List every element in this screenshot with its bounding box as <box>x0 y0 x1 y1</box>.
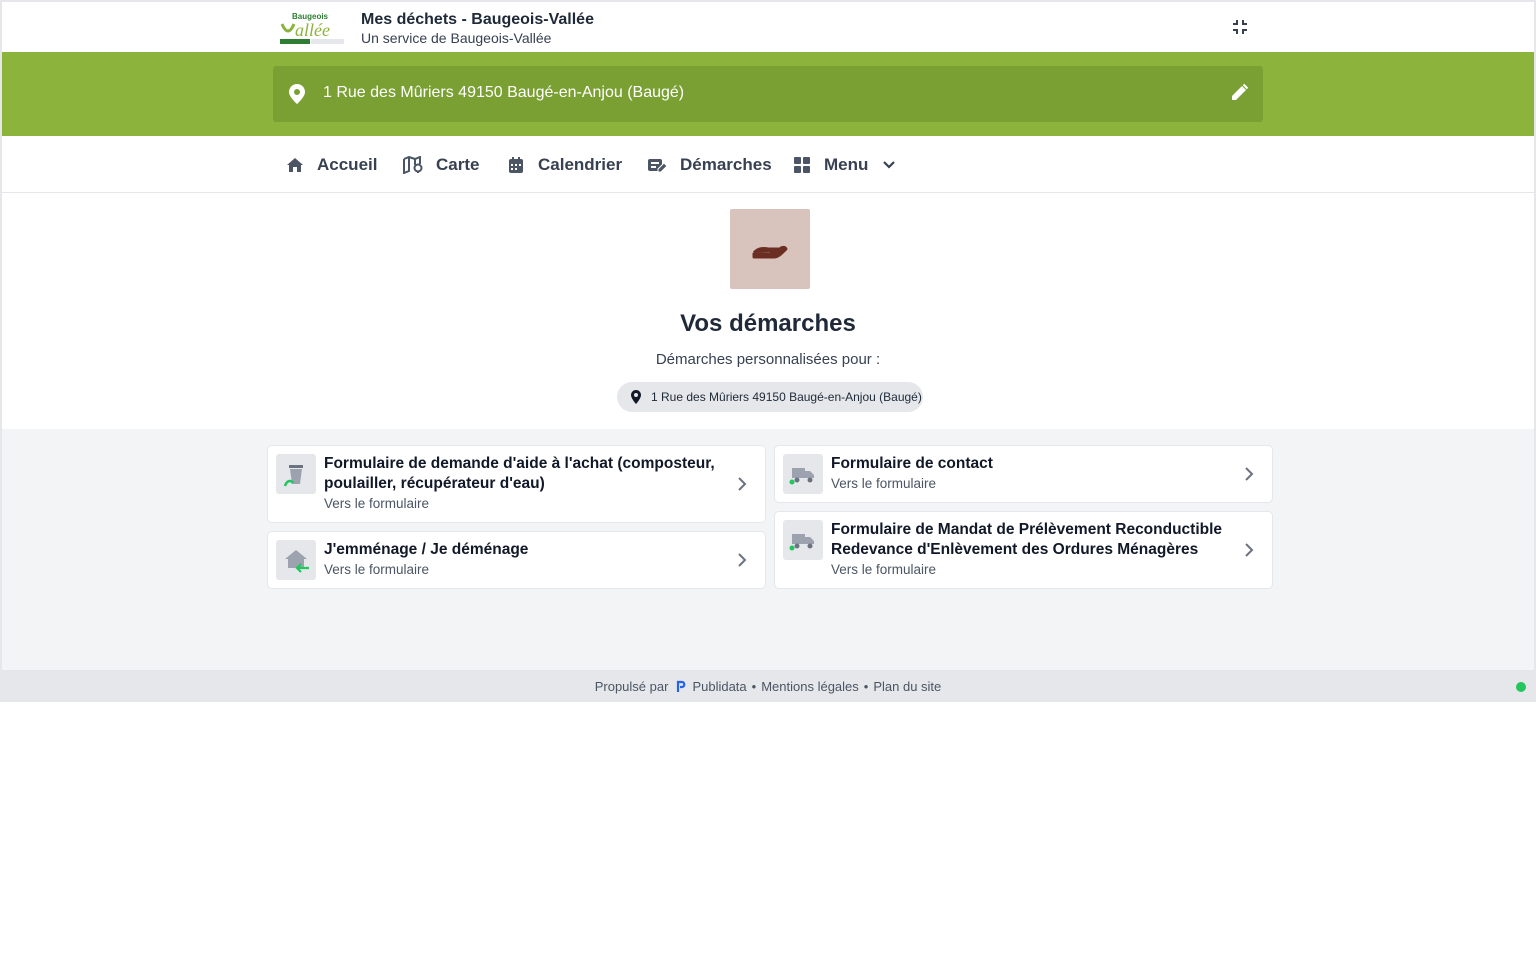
app-title: Mes déchets - Baugeois-Vallée <box>361 11 594 28</box>
card-aide-achat[interactable]: Formulaire de demande d'aide à l'achat (… <box>267 445 766 523</box>
footer: Propulsé par Publidata • Mentions légale… <box>0 670 1536 702</box>
card-mandat-prelevement[interactable]: Formulaire de Mandat de Prélèvement Reco… <box>774 511 1273 589</box>
card-title: Formulaire de contact <box>831 455 993 472</box>
chevron-right-icon <box>738 553 747 567</box>
card-title: Formulaire de demande d'aide à l'achat (… <box>324 455 715 492</box>
chevron-right-icon <box>1245 467 1254 481</box>
address-bar[interactable]: 1 Rue des Mûriers 49150 Baugé-en-Anjou (… <box>273 66 1263 122</box>
address-chip[interactable]: 1 Rue des Mûriers 49150 Baugé-en-Anjou (… <box>617 382 923 412</box>
card-subtitle: Vers le formulaire <box>831 476 937 491</box>
pencil-icon[interactable] <box>1229 83 1249 108</box>
collapse-icon[interactable] <box>1228 15 1252 39</box>
card-subtitle: Vers le formulaire <box>831 562 937 577</box>
main-nav: Accueil Carte Calendrier Démarches Menu <box>2 136 1534 193</box>
nav-label: Démarches <box>680 154 772 174</box>
grid-icon <box>794 156 810 173</box>
truck-icon <box>783 520 823 560</box>
address-chip-label: 1 Rue des Mûriers 49150 Baugé-en-Anjou (… <box>651 390 922 404</box>
nav-item-demarches[interactable]: Démarches <box>647 136 772 193</box>
nav-item-menu[interactable]: Menu <box>793 136 896 193</box>
status-indicator <box>1516 682 1526 692</box>
nav-item-carte[interactable]: Carte <box>403 136 479 193</box>
home-icon <box>287 157 303 172</box>
nav-label: Calendrier <box>538 154 623 174</box>
chevron-right-icon <box>738 477 747 491</box>
chevron-right-icon <box>1245 543 1254 557</box>
publidata-link[interactable]: Publidata <box>692 679 746 694</box>
footer-powered-by: Propulsé par <box>594 678 669 694</box>
map-icon <box>403 155 423 174</box>
publidata-logo-icon <box>677 680 686 692</box>
card-title: J'emménage / Je déménage <box>324 541 529 558</box>
form-edit-icon <box>648 158 667 172</box>
app-header: Baugeois allée Mes déchets - Baugeois-Va… <box>2 2 1534 52</box>
hand-icon <box>730 209 810 289</box>
legal-notice-link[interactable]: Mentions légales <box>761 679 859 694</box>
app-subtitle: Un service de Baugeois-Vallée <box>361 30 552 46</box>
page-subtitle: Démarches personnalisées pour : <box>655 351 881 368</box>
nav-item-calendrier[interactable]: Calendrier <box>507 136 622 193</box>
card-contact[interactable]: Formulaire de contact Vers le formulaire <box>774 445 1273 503</box>
svg-text:allée: allée <box>295 20 330 40</box>
location-pin-icon <box>287 83 307 110</box>
nav-item-accueil[interactable]: Accueil <box>286 136 377 193</box>
nav-label: Menu <box>824 154 869 174</box>
card-subtitle: Vers le formulaire <box>324 562 430 577</box>
card-demenagement[interactable]: J'emménage / Je déménage Vers le formula… <box>267 531 766 589</box>
nav-label: Carte <box>436 154 480 174</box>
truck-icon <box>783 454 823 494</box>
card-subtitle: Vers le formulaire <box>324 496 430 511</box>
sitemap-link[interactable]: Plan du site <box>873 679 941 694</box>
bin-icon <box>276 454 316 494</box>
content-area <box>2 429 1534 670</box>
address-band: 1 Rue des Mûriers 49150 Baugé-en-Anjou (… <box>2 52 1534 136</box>
chevron-down-icon <box>883 160 896 169</box>
nav-label: Accueil <box>317 154 378 174</box>
baugeois-vallee-logo[interactable]: Baugeois allée <box>278 10 346 46</box>
house-move-icon <box>276 540 316 580</box>
location-pin-icon <box>631 390 641 404</box>
calendar-icon <box>509 156 523 173</box>
card-title: Formulaire de Mandat de Prélèvement Reco… <box>831 521 1223 558</box>
address-text: 1 Rue des Mûriers 49150 Baugé-en-Anjou (… <box>323 84 685 101</box>
page-title: Vos démarches <box>680 310 856 337</box>
